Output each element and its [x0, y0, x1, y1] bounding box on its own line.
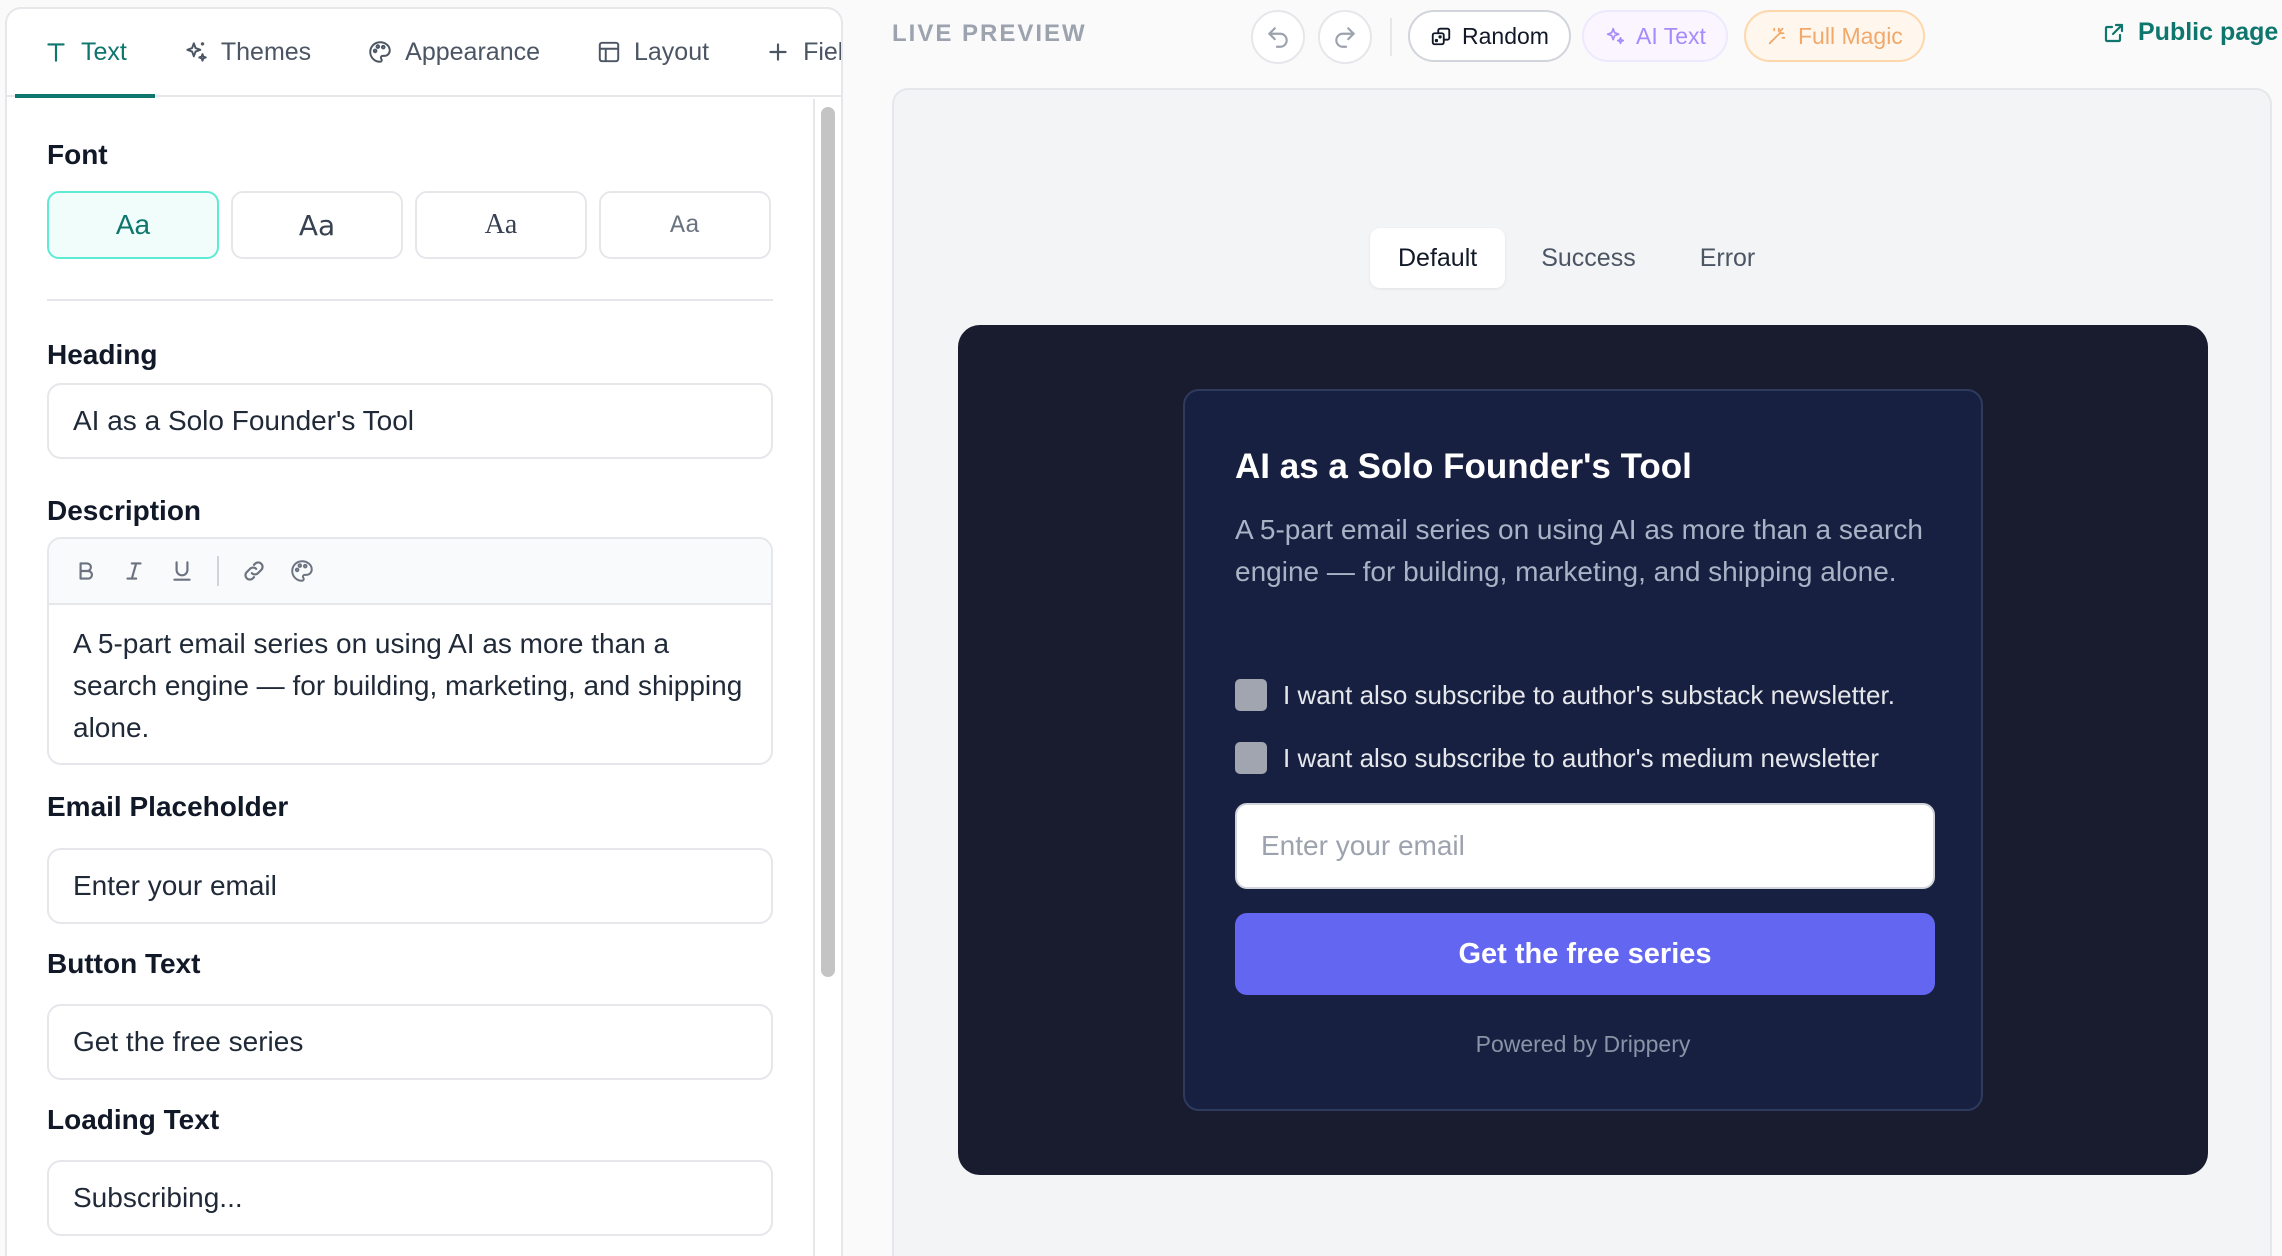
undo-button[interactable] — [1251, 10, 1305, 64]
substack-checkbox[interactable] — [1235, 679, 1267, 711]
tab-text[interactable]: Text — [15, 9, 155, 98]
medium-checkbox-label: I want also subscribe to author's medium… — [1283, 742, 1880, 773]
powered-by-text: Powered by Drippery — [1475, 1031, 1691, 1057]
state-switcher: Default Success Error — [1370, 228, 1783, 288]
font-option-sans[interactable]: Aa — [47, 191, 219, 259]
editor-tabs: Text Themes Appearance Layout Fields — [7, 9, 843, 98]
palette-icon — [369, 41, 391, 63]
button-text-label: Button Text — [47, 948, 201, 979]
signup-form-card: AI as a Solo Founder's Tool A 5-part ema… — [1183, 389, 1983, 1111]
live-preview-label: LIVE PREVIEW — [892, 20, 1087, 47]
plus-icon — [769, 43, 787, 61]
state-success[interactable]: Success — [1513, 228, 1663, 288]
medium-checkbox-row[interactable]: I want also subscribe to author's medium… — [1235, 742, 1879, 774]
random-label: Random — [1462, 22, 1549, 49]
medium-checkbox[interactable] — [1235, 742, 1267, 774]
text-icon — [47, 43, 65, 62]
tab-label: Text — [81, 37, 127, 66]
substack-checkbox-row[interactable]: I want also subscribe to author's substa… — [1235, 679, 1895, 711]
substack-checkbox-label: I want also subscribe to author's substa… — [1283, 679, 1895, 710]
font-option-dejavu[interactable]: Aa — [231, 191, 403, 259]
email-placeholder-label: Email Placeholder — [47, 791, 289, 822]
ai-text-label: AI Text — [1636, 22, 1706, 49]
bold-icon[interactable] — [73, 558, 99, 584]
undo-icon — [1268, 27, 1288, 48]
link-icon[interactable] — [241, 558, 267, 584]
loading-text-input[interactable]: Subscribing... — [47, 1160, 773, 1236]
form-description: A 5-part email series on using AI as mor… — [1235, 514, 1923, 587]
scrollbar-thumb[interactable] — [821, 107, 835, 977]
magic-wand-icon — [1768, 27, 1786, 45]
description-label: Description — [47, 495, 202, 526]
tab-layout[interactable]: Layout — [568, 9, 737, 96]
tab-fields[interactable]: Fields — [737, 9, 843, 96]
divider — [47, 299, 773, 301]
tab-label: Layout — [634, 37, 710, 66]
palette-icon[interactable] — [289, 558, 315, 584]
state-error[interactable]: Error — [1672, 228, 1784, 288]
editor-scroll-area: Font Aa Aa Aa Aa Heading AI as a Solo Fo… — [7, 99, 841, 1256]
font-label: Font — [47, 139, 108, 170]
subscribe-button[interactable]: Get the free series — [1235, 913, 1935, 995]
public-page-link[interactable]: Public page — [2102, 18, 2278, 47]
redo-icon — [1335, 27, 1355, 48]
ai-text-button[interactable]: AI Text — [1582, 10, 1728, 62]
tab-label: Appearance — [405, 37, 540, 66]
italic-icon[interactable] — [121, 558, 147, 584]
public-page-label: Public page — [2138, 18, 2279, 46]
sparkles-icon — [186, 42, 207, 62]
editor-panel: Text Themes Appearance Layout Fields — [5, 7, 843, 1256]
toolbar-separator — [217, 556, 219, 586]
state-default[interactable]: Default — [1370, 228, 1506, 288]
email-placeholder-input[interactable]: Enter your email — [47, 848, 773, 924]
random-button[interactable]: Random — [1408, 10, 1571, 62]
button-text-input[interactable]: Get the free series — [47, 1004, 773, 1080]
heading-label: Heading — [47, 339, 158, 370]
rich-text-toolbar — [49, 539, 771, 605]
heading-input[interactable]: AI as a Solo Founder's Tool — [47, 383, 773, 459]
full-magic-button[interactable]: Full Magic — [1744, 10, 1925, 62]
tab-label: Fields — [803, 37, 843, 66]
full-magic-label: Full Magic — [1798, 22, 1903, 49]
dice-icon — [1431, 27, 1451, 46]
scrollbar-track[interactable] — [813, 99, 841, 1256]
loading-text-label: Loading Text — [47, 1104, 220, 1135]
redo-button[interactable] — [1318, 10, 1372, 64]
description-editor: A 5-part email series on using AI as mor… — [47, 537, 773, 765]
underline-icon[interactable] — [169, 558, 195, 584]
sparkles-icon — [1606, 27, 1625, 45]
external-link-icon — [2104, 23, 2124, 42]
font-picker: Aa Aa Aa Aa — [47, 191, 771, 259]
tab-themes[interactable]: Themes — [155, 9, 339, 96]
description-textarea[interactable]: A 5-part email series on using AI as mor… — [49, 605, 771, 763]
tab-label: Themes — [220, 37, 312, 66]
app-root: Text Themes Appearance Layout Fields — [0, 0, 2282, 1256]
font-option-serif[interactable]: Aa — [415, 191, 587, 259]
font-option-mono[interactable]: Aa — [599, 191, 771, 259]
form-title: AI as a Solo Founder's Tool — [1235, 447, 1692, 486]
tab-appearance[interactable]: Appearance — [339, 9, 568, 96]
email-input[interactable]: Enter your email — [1235, 803, 1935, 889]
toolbar-separator — [1390, 18, 1392, 56]
layout-icon — [598, 41, 620, 63]
